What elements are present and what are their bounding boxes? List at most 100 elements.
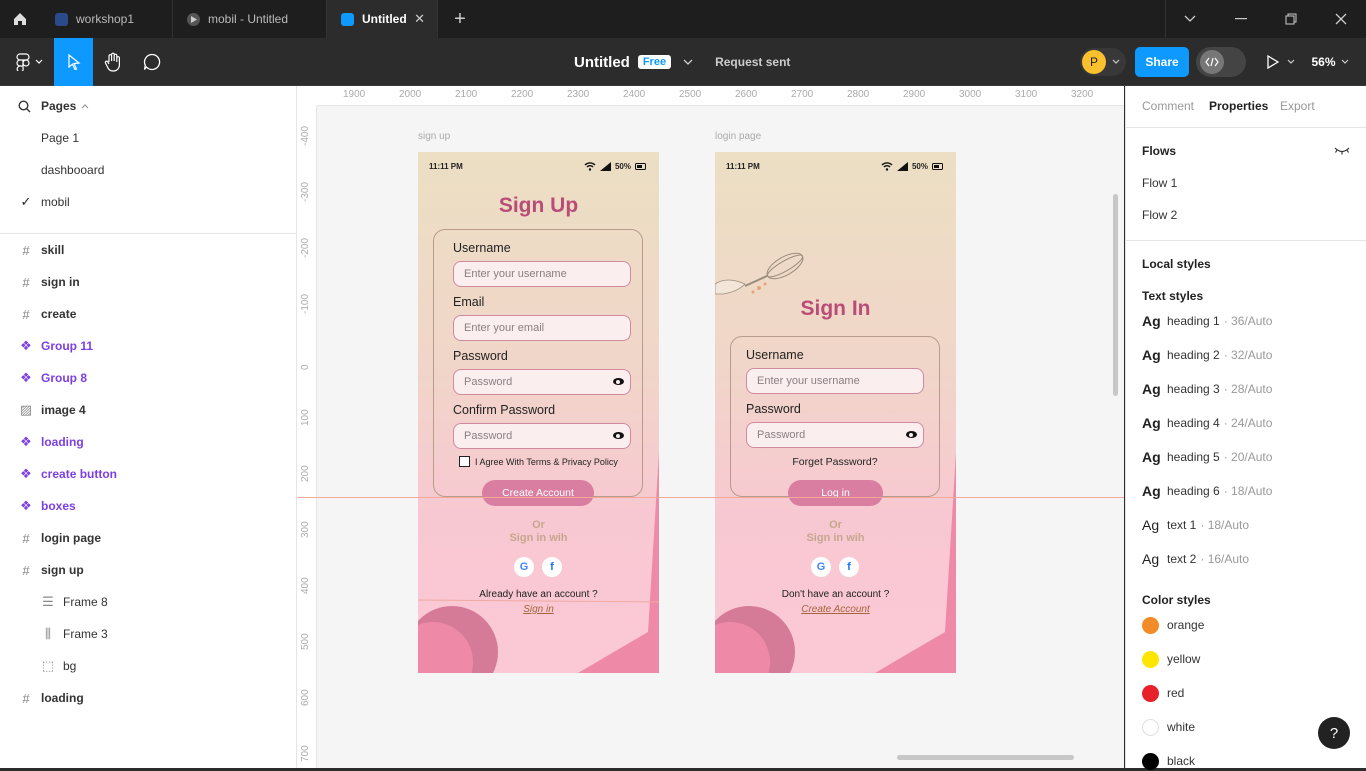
canvas[interactable]: 1900 2000 2100 2200 2300 2400 2500 2600 2700 2800… — [297, 86, 1124, 768]
text-style-item[interactable]: Ag heading 6 · 18/Auto — [1142, 481, 1272, 501]
close-tab-icon[interactable]: ✕ — [414, 11, 425, 27]
hide-eye-icon[interactable] — [1334, 146, 1350, 156]
text-style-item[interactable]: Ag text 1 · 18/Auto — [1142, 515, 1249, 535]
text-style-item[interactable]: Ag text 2 · 16/Auto — [1142, 549, 1249, 569]
layer-item[interactable]: # loading — [0, 682, 296, 714]
layer-item[interactable]: ❖ Group 11 — [0, 330, 296, 362]
password-field[interactable]: Password — [453, 369, 631, 395]
login-button[interactable]: Log in — [788, 480, 883, 506]
google-icon[interactable]: G — [514, 557, 534, 577]
forget-password-link[interactable]: Forget Password? — [731, 456, 939, 468]
tab-untitled[interactable]: Untitled ✕ — [327, 0, 438, 38]
frame-login-page[interactable]: 11:11 PM 50% Sign In Username Enter your… — [715, 152, 956, 673]
page-item[interactable]: dashbooard — [0, 154, 296, 186]
chevron-down-icon[interactable] — [683, 59, 693, 66]
move-tool-button[interactable] — [54, 38, 93, 86]
signal-icon — [896, 162, 908, 171]
layer-item[interactable]: ❖ boxes — [0, 490, 296, 522]
layer-item[interactable]: ⫼ Frame 3 — [0, 618, 296, 650]
figma-file-icon — [55, 12, 68, 26]
or-label: Or — [532, 519, 545, 531]
zoom-menu[interactable]: 56% — [1308, 38, 1352, 86]
tab-comment[interactable]: Comment — [1142, 99, 1194, 113]
layer-item[interactable]: # skill — [0, 234, 296, 266]
tab-export[interactable]: Export — [1280, 99, 1315, 113]
color-style-item[interactable]: orange — [1142, 615, 1204, 635]
text-style-item[interactable]: Ag heading 3 · 28/Auto — [1142, 379, 1272, 399]
color-style-name: orange — [1167, 618, 1205, 632]
layer-item[interactable]: ❖ create button — [0, 458, 296, 490]
horizontal-scrollbar[interactable] — [897, 755, 1074, 760]
frame-sign-up[interactable]: 11:11 PM 50% Sign Up Username Enter your… — [418, 152, 659, 673]
multiplayer-avatars[interactable]: P — [1080, 48, 1126, 76]
page-item[interactable]: Page 1 — [0, 122, 296, 154]
color-style-item[interactable]: red — [1142, 683, 1184, 703]
page-label: dashbooard — [41, 163, 105, 177]
terms-checkbox[interactable] — [459, 456, 470, 467]
layer-label: loading — [41, 435, 84, 449]
page-item[interactable]: ✓ mobil — [0, 186, 296, 218]
username-field[interactable]: Enter your username — [453, 261, 631, 287]
layer-item[interactable]: # create — [0, 298, 296, 330]
present-button[interactable] — [1262, 38, 1300, 86]
layer-item[interactable]: # sign up — [0, 554, 296, 586]
create-account-link[interactable]: Create Account — [715, 604, 956, 615]
flow-item[interactable]: Flow 1 — [1142, 176, 1177, 190]
help-button[interactable]: ? — [1318, 717, 1350, 749]
eye-icon[interactable] — [906, 431, 917, 438]
ruler-tick-label: 2400 — [623, 89, 646, 100]
tab-mobil-untitled[interactable]: mobil - Untitled — [173, 0, 327, 38]
hand-tool-button[interactable] — [93, 38, 132, 86]
file-title[interactable]: Untitled — [574, 54, 630, 71]
close-window-button[interactable] — [1326, 0, 1356, 38]
home-button[interactable] — [0, 0, 40, 38]
confirm-password-field[interactable]: Password — [453, 423, 631, 449]
search-icon[interactable] — [18, 99, 31, 113]
google-icon[interactable]: G — [811, 557, 831, 577]
layer-item[interactable]: ❖ loading — [0, 426, 296, 458]
password-field[interactable]: Password — [746, 422, 924, 448]
layer-item[interactable]: ☰ Frame 8 — [0, 586, 296, 618]
color-style-item[interactable]: black — [1142, 751, 1195, 771]
pages-header[interactable]: Pages — [0, 90, 296, 122]
facebook-icon[interactable]: f — [839, 557, 859, 577]
layer-item[interactable]: ⬚ bg — [0, 650, 296, 682]
comment-tool-button[interactable] — [132, 38, 172, 86]
color-style-item[interactable]: yellow — [1142, 649, 1200, 669]
component-icon: ❖ — [20, 370, 32, 385]
play-icon — [1267, 55, 1279, 69]
tab-properties[interactable]: Properties — [1209, 99, 1268, 113]
ruler-tick-label: 3000 — [959, 89, 982, 100]
frame-label-login-page[interactable]: login page — [715, 131, 761, 142]
eye-icon[interactable] — [613, 432, 624, 439]
vertical-scrollbar[interactable] — [1113, 194, 1118, 396]
layer-item[interactable]: # login page — [0, 522, 296, 554]
tab-menu-button[interactable] — [1175, 0, 1205, 38]
dev-mode-toggle[interactable] — [1196, 47, 1246, 77]
email-field[interactable]: Enter your email — [453, 315, 631, 341]
eye-icon[interactable] — [613, 378, 624, 385]
frame-label-sign-up[interactable]: sign up — [418, 131, 450, 142]
restore-button[interactable] — [1276, 0, 1306, 38]
ruler-tick-label: 3100 — [1015, 89, 1038, 100]
main-menu-button[interactable] — [8, 38, 50, 86]
text-style-item[interactable]: Ag heading 2 · 32/Auto — [1142, 345, 1272, 365]
sign-in-link[interactable]: Sign in — [418, 604, 659, 615]
tab-workshop1[interactable]: workshop1 — [41, 0, 173, 38]
layer-item[interactable]: ❖ Group 8 — [0, 362, 296, 394]
login-card: Username Enter your username Password Pa… — [730, 336, 940, 497]
create-account-button[interactable]: Create Account — [482, 480, 594, 506]
minimize-button[interactable] — [1226, 0, 1256, 38]
guide-line — [297, 497, 1124, 498]
color-style-item[interactable]: white — [1142, 717, 1195, 737]
text-style-item[interactable]: Ag heading 1 · 36/Auto — [1142, 311, 1272, 331]
share-button[interactable]: Share — [1135, 47, 1189, 77]
text-style-item[interactable]: Ag heading 5 · 20/Auto — [1142, 447, 1272, 467]
new-tab-button[interactable]: + — [446, 0, 474, 38]
facebook-icon[interactable]: f — [542, 557, 562, 577]
layer-item[interactable]: # sign in — [0, 266, 296, 298]
username-field[interactable]: Enter your username — [746, 368, 924, 394]
text-style-item[interactable]: Ag heading 4 · 24/Auto — [1142, 413, 1272, 433]
layer-item[interactable]: ▨ image 4 — [0, 394, 296, 426]
flow-item[interactable]: Flow 2 — [1142, 208, 1177, 222]
